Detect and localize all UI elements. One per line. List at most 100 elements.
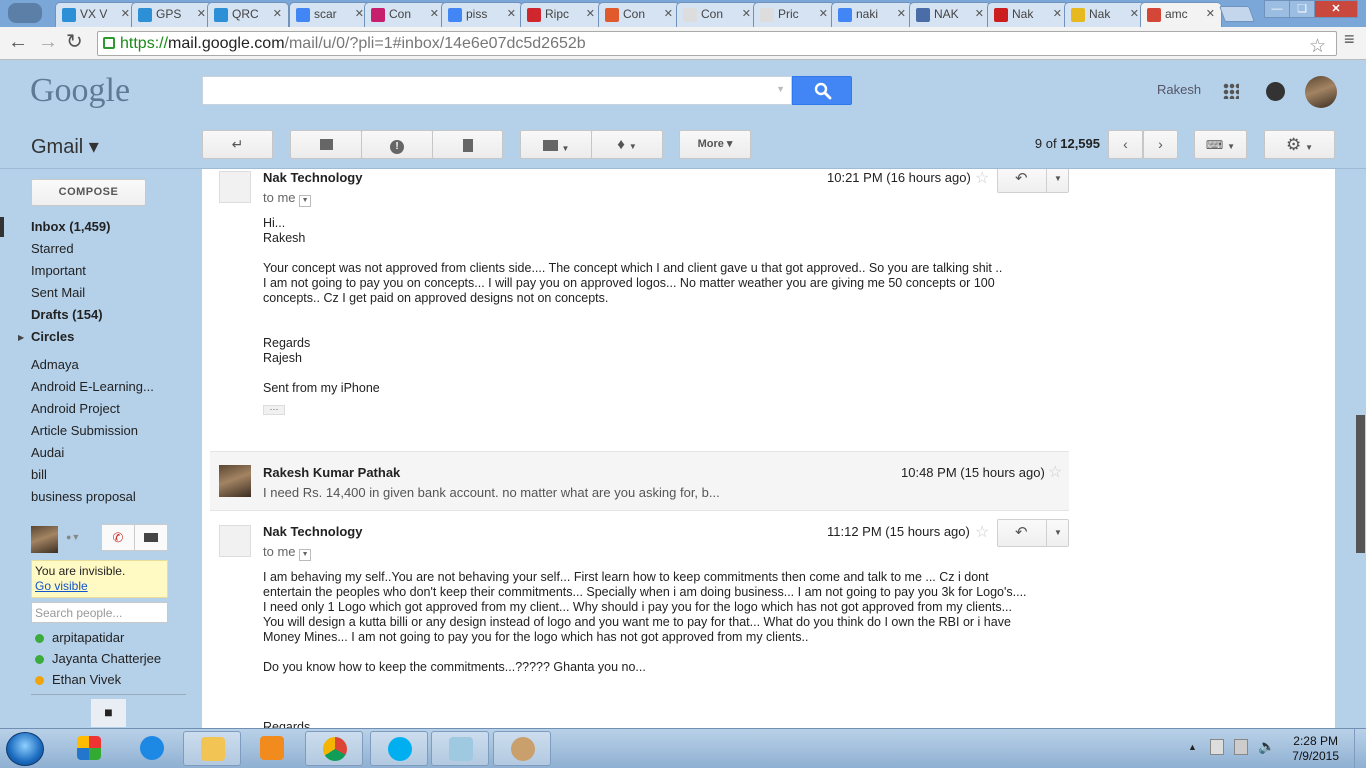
chat-contact[interactable]: Ethan Vivek [35,672,121,687]
browser-tab[interactable]: piss ✕ [441,2,523,27]
browser-tab[interactable]: naki ✕ [831,2,913,27]
archive-button[interactable] [290,130,362,159]
browser-tab[interactable]: Con ✕ [598,2,680,27]
tab-close-icon[interactable]: ✕ [664,7,673,20]
browser-tab[interactable]: Pric ✕ [753,2,835,27]
page-scrollbar-thumb[interactable] [1356,415,1365,553]
action-center-icon[interactable] [1210,739,1224,755]
sidebar-item[interactable]: Important [31,263,86,278]
minimize-button[interactable]: — [1264,0,1290,18]
tab-close-icon[interactable]: ✕ [1206,7,1215,20]
search-people-input[interactable]: Search people... [31,602,168,623]
url-input[interactable]: https://mail.google.com/mail/u/0/?pli=1#… [97,31,1337,58]
browser-menu-icon[interactable]: ≡ [1344,29,1360,50]
browser-tab[interactable]: Ripc ✕ [520,2,602,27]
maximize-button[interactable]: ❏ [1289,0,1315,18]
tab-close-icon[interactable]: ✕ [121,7,130,20]
move-to-button[interactable]: ▼ [520,130,592,159]
message-2-collapsed[interactable]: Rakesh Kumar Pathak 10:48 PM (15 hours a… [210,451,1069,511]
browser-tab[interactable]: Nak ✕ [1064,2,1146,27]
chat-avatar[interactable] [31,526,58,553]
sidebar-item[interactable]: Android E-Learning... [31,379,154,394]
browser-tab[interactable]: Con ✕ [676,2,758,27]
taskbar-skype[interactable] [370,731,428,766]
network-icon[interactable] [1234,739,1248,755]
sidebar-item[interactable]: Article Submission [31,423,138,438]
settings-button[interactable]: ⚙ ▼ [1264,130,1335,159]
browser-tab[interactable]: NAK ✕ [909,2,991,27]
browser-tab[interactable]: scar ✕ [289,2,371,27]
star-icon[interactable]: ☆ [975,169,989,188]
sidebar-item[interactable]: Starred [31,241,74,256]
sidebar-item[interactable]: Admaya [31,357,79,372]
sender-name[interactable]: Rakesh Kumar Pathak [263,465,400,480]
sender-name[interactable]: Nak Technology [263,524,362,539]
start-button[interactable] [6,732,44,766]
tab-close-icon[interactable]: ✕ [507,7,516,20]
newer-button[interactable]: ‹ [1108,130,1143,159]
browser-tab[interactable]: Nak ✕ [987,2,1069,27]
taskbar-chrome[interactable] [305,731,363,766]
video-button[interactable] [134,524,168,551]
browser-tab[interactable]: VX V ✕ [55,2,137,27]
details-dropdown-icon[interactable]: ▼ [299,195,312,207]
browser-tab[interactable]: QRC ✕ [207,2,289,27]
show-desktop-button[interactable] [1354,729,1366,768]
apps-grid-icon[interactable] [1223,83,1239,99]
taskbar-metro-apps[interactable] [60,731,118,766]
tab-close-icon[interactable]: ✕ [1053,7,1062,20]
taskbar-media-player[interactable] [243,731,301,766]
taskbar-paint[interactable] [493,731,551,766]
taskbar-internet-explorer[interactable] [123,731,181,766]
tab-close-icon[interactable]: ✕ [430,7,439,20]
tab-close-icon[interactable]: ✕ [742,7,751,20]
tab-close-icon[interactable]: ✕ [197,7,206,20]
tab-close-icon[interactable]: ✕ [975,7,984,20]
tab-close-icon[interactable]: ✕ [355,7,364,20]
sidebar-item[interactable]: Android Project [31,401,120,416]
delete-button[interactable] [432,130,503,159]
forward-icon[interactable]: → [38,32,58,52]
sidebar-item[interactable]: Sent Mail [31,285,85,300]
sender-name[interactable]: Nak Technology [263,170,362,185]
search-input[interactable]: ▼ [202,76,792,105]
show-hidden-icons[interactable]: ▲ [1188,742,1197,752]
chat-contact[interactable]: arpitapatidar [35,630,124,645]
tab-close-icon[interactable]: ✕ [273,7,282,20]
account-avatar[interactable] [1305,76,1337,108]
circles-expand-icon[interactable]: ▶ [18,333,24,342]
sidebar-item[interactable]: Circles [31,329,74,344]
close-window-button[interactable]: ✕ [1314,0,1358,18]
more-actions-dropdown-icon[interactable]: ▼ [1046,520,1069,546]
browser-tab[interactable]: amc ✕ [1140,2,1222,28]
sidebar-item[interactable]: Drafts (154) [31,307,103,322]
details-dropdown-icon[interactable]: ▼ [299,549,312,561]
phone-button[interactable]: ✆ [101,524,135,551]
reply-button[interactable]: ↶ ▼ [997,519,1069,547]
new-tab-button[interactable] [1219,6,1255,22]
google-logo[interactable]: Google [30,72,130,110]
more-actions-dropdown-icon[interactable]: ▼ [1046,169,1069,192]
reply-button[interactable]: ↶ ▼ [997,169,1069,193]
star-icon[interactable]: ☆ [1048,462,1062,482]
search-button[interactable] [792,76,852,105]
tab-close-icon[interactable]: ✕ [819,7,828,20]
sidebar-item[interactable]: Inbox (1,459) [31,219,110,234]
bookmark-star-icon[interactable]: ☆ [1309,35,1326,58]
go-visible-link[interactable]: Go visible [35,579,88,593]
chat-contact[interactable]: Jayanta Chatterjee [35,651,161,666]
taskbar-explorer[interactable] [183,731,241,766]
back-to-inbox-button[interactable]: ↵ [202,130,273,159]
recipient-line[interactable]: to me ▼ [263,190,312,207]
sidebar-item[interactable]: bill [31,467,47,482]
system-clock[interactable]: 2:28 PM 7/9/2015 [1292,734,1339,764]
recipient-line[interactable]: to me ▼ [263,544,312,561]
star-icon[interactable]: ☆ [975,522,989,542]
labels-button[interactable]: ♦ ▼ [591,130,663,159]
sidebar-item[interactable]: business proposal [31,489,136,504]
input-tools-button[interactable]: ⌨ ▼ [1194,130,1247,159]
older-button[interactable]: › [1143,130,1178,159]
report-spam-button[interactable]: ! [361,130,433,159]
taskbar-notes[interactable] [431,731,489,766]
volume-icon[interactable]: 🔈 [1258,738,1275,755]
